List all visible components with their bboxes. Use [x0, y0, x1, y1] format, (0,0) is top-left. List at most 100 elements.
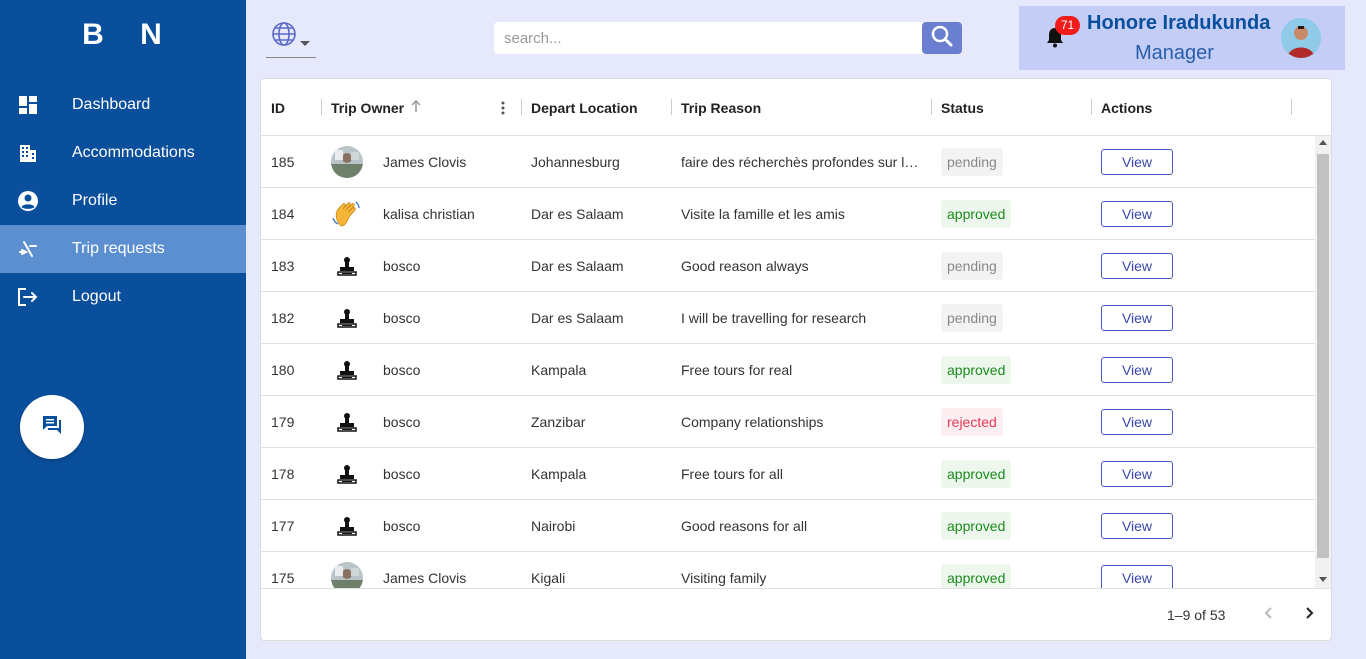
trip-reason: Free tours for real: [681, 361, 793, 378]
trip-owner: bosco: [383, 517, 421, 534]
column-header-depart-location[interactable]: Depart Location: [531, 79, 638, 136]
trip-id: 178: [271, 465, 295, 482]
trip-id: 182: [271, 309, 295, 326]
chat-button[interactable]: [20, 395, 84, 459]
view-button[interactable]: View: [1101, 408, 1173, 435]
status-badge: pending: [941, 147, 1003, 176]
view-button[interactable]: View: [1101, 512, 1173, 539]
scroll-down-icon[interactable]: [1319, 577, 1327, 582]
owner-avatar-cell: [331, 448, 363, 499]
column-header-trip-owner[interactable]: Trip Owner: [331, 79, 422, 136]
column-separator[interactable]: [671, 99, 672, 115]
building-icon: [17, 142, 39, 164]
view-button[interactable]: View: [1101, 200, 1173, 227]
column-separator[interactable]: [521, 99, 522, 115]
owner-avatar-cell: [331, 344, 363, 395]
trip-reason: Visite la famille et les amis: [681, 205, 845, 222]
trip-reason-cell: Visiting family: [681, 552, 921, 588]
table-body: 185 James Clovis Johannesburg faire des réc…: [261, 136, 1315, 588]
globe-icon: [270, 20, 298, 53]
column-header-id[interactable]: ID: [271, 79, 285, 136]
avatar: [331, 354, 363, 386]
table-row[interactable]: 175 James Clovis Kigali Visiting family appr…: [261, 552, 1315, 588]
notification-badge: 71: [1055, 16, 1080, 35]
column-separator[interactable]: [1291, 99, 1292, 115]
sort-arrow-icon[interactable]: [410, 99, 422, 116]
view-button[interactable]: View: [1101, 564, 1173, 588]
scroll-up-icon[interactable]: [1319, 140, 1327, 145]
owner-avatar-cell: [331, 396, 363, 447]
sidebar-item-profile[interactable]: Profile: [0, 177, 246, 225]
trip-reason: Good reasons for all: [681, 517, 808, 534]
table-row[interactable]: 182 bosco Dar es Salaam I will be travellin…: [261, 292, 1315, 344]
vertical-scrollbar[interactable]: [1315, 136, 1331, 588]
chevron-left-icon[interactable]: [1261, 605, 1277, 626]
chevron-right-icon[interactable]: [1301, 605, 1317, 626]
trip-reason: I will be travelling for research: [681, 309, 867, 326]
table-row[interactable]: 177 bosco Nairobi Good reasons for all appro…: [261, 500, 1315, 552]
table-row[interactable]: 184 kalisa christian Dar es Salaam Visite l…: [261, 188, 1315, 240]
view-button[interactable]: View: [1101, 356, 1173, 383]
column-label: Depart Location: [531, 99, 638, 116]
trip-reason-cell: Company relationships: [681, 396, 921, 447]
sidebar-item-trip-requests[interactable]: Trip requests: [0, 225, 246, 273]
actions-cell: View: [1101, 240, 1181, 291]
trip-reason-cell: Good reason always: [681, 240, 921, 291]
trip-reason-cell: Visite la famille et les amis: [681, 188, 921, 239]
table-row[interactable]: 183 bosco Dar es Salaam Good reason always p…: [261, 240, 1315, 292]
trip-id: 177: [271, 517, 295, 534]
view-button[interactable]: View: [1101, 304, 1173, 331]
actions-cell: View: [1101, 396, 1181, 447]
view-button[interactable]: View: [1101, 252, 1173, 279]
trip-owner: bosco: [383, 465, 421, 482]
column-separator[interactable]: [931, 99, 932, 115]
status-cell: approved: [941, 188, 1061, 239]
search-button[interactable]: [922, 22, 962, 54]
language-selector[interactable]: [266, 20, 316, 58]
trip-id: 179: [271, 413, 295, 430]
column-header-actions[interactable]: Actions: [1101, 79, 1152, 136]
table-footer: 1–9 of 53: [261, 588, 1331, 640]
trip-owner: bosco: [383, 309, 421, 326]
scroll-thumb[interactable]: [1317, 154, 1329, 558]
status-cell: pending: [941, 240, 1061, 291]
trip-reason: Free tours for all: [681, 465, 783, 482]
sidebar-item-label: Profile: [72, 192, 118, 209]
table-row[interactable]: 180 bosco Kampala Free tours for real approv…: [261, 344, 1315, 396]
trip-reason: Good reason always: [681, 257, 809, 274]
table-row[interactable]: 179 bosco Zanzibar Company relationships rej…: [261, 396, 1315, 448]
sidebar-item-dashboard[interactable]: Dashboard: [0, 81, 246, 129]
chevron-down-icon: [300, 34, 310, 52]
owner-avatar-cell: [331, 240, 363, 291]
depart-location: Kampala: [531, 361, 587, 378]
column-label: ID: [271, 99, 285, 116]
trip-reason: Visiting family: [681, 569, 767, 586]
column-header-status[interactable]: Status: [941, 79, 984, 136]
trip-reason: faire des récherchès profondes sur l…: [681, 153, 919, 170]
table-row[interactable]: 178 bosco Kampala Free tours for all approve…: [261, 448, 1315, 500]
column-separator[interactable]: [321, 99, 322, 115]
view-button[interactable]: View: [1101, 148, 1173, 175]
table-row[interactable]: 185 James Clovis Johannesburg faire des réc…: [261, 136, 1315, 188]
avatar[interactable]: [1281, 18, 1321, 58]
column-separator[interactable]: [1091, 99, 1092, 115]
sidebar-item-label: Accommodations: [72, 144, 195, 161]
trip-owner: bosco: [383, 257, 421, 274]
status-cell: rejected: [941, 396, 1061, 447]
trip-icon: [17, 238, 39, 260]
sidebar: B N Dashboard Accommodations Profile Tri…: [0, 0, 246, 659]
trip-id: 184: [271, 205, 295, 222]
view-button[interactable]: View: [1101, 460, 1173, 487]
column-header-trip-reason[interactable]: Trip Reason: [681, 79, 761, 136]
trip-id: 180: [271, 361, 295, 378]
actions-cell: View: [1101, 136, 1181, 187]
search-icon: [930, 24, 954, 53]
sidebar-item-logout[interactable]: Logout: [0, 273, 246, 321]
sidebar-item-accommodations[interactable]: Accommodations: [0, 129, 246, 177]
trip-owner: bosco: [383, 413, 421, 430]
column-menu-icon[interactable]: [501, 79, 505, 136]
avatar: [331, 510, 363, 542]
dashboard-icon: [17, 94, 39, 116]
avatar: [331, 302, 363, 334]
search-input[interactable]: [494, 22, 934, 54]
